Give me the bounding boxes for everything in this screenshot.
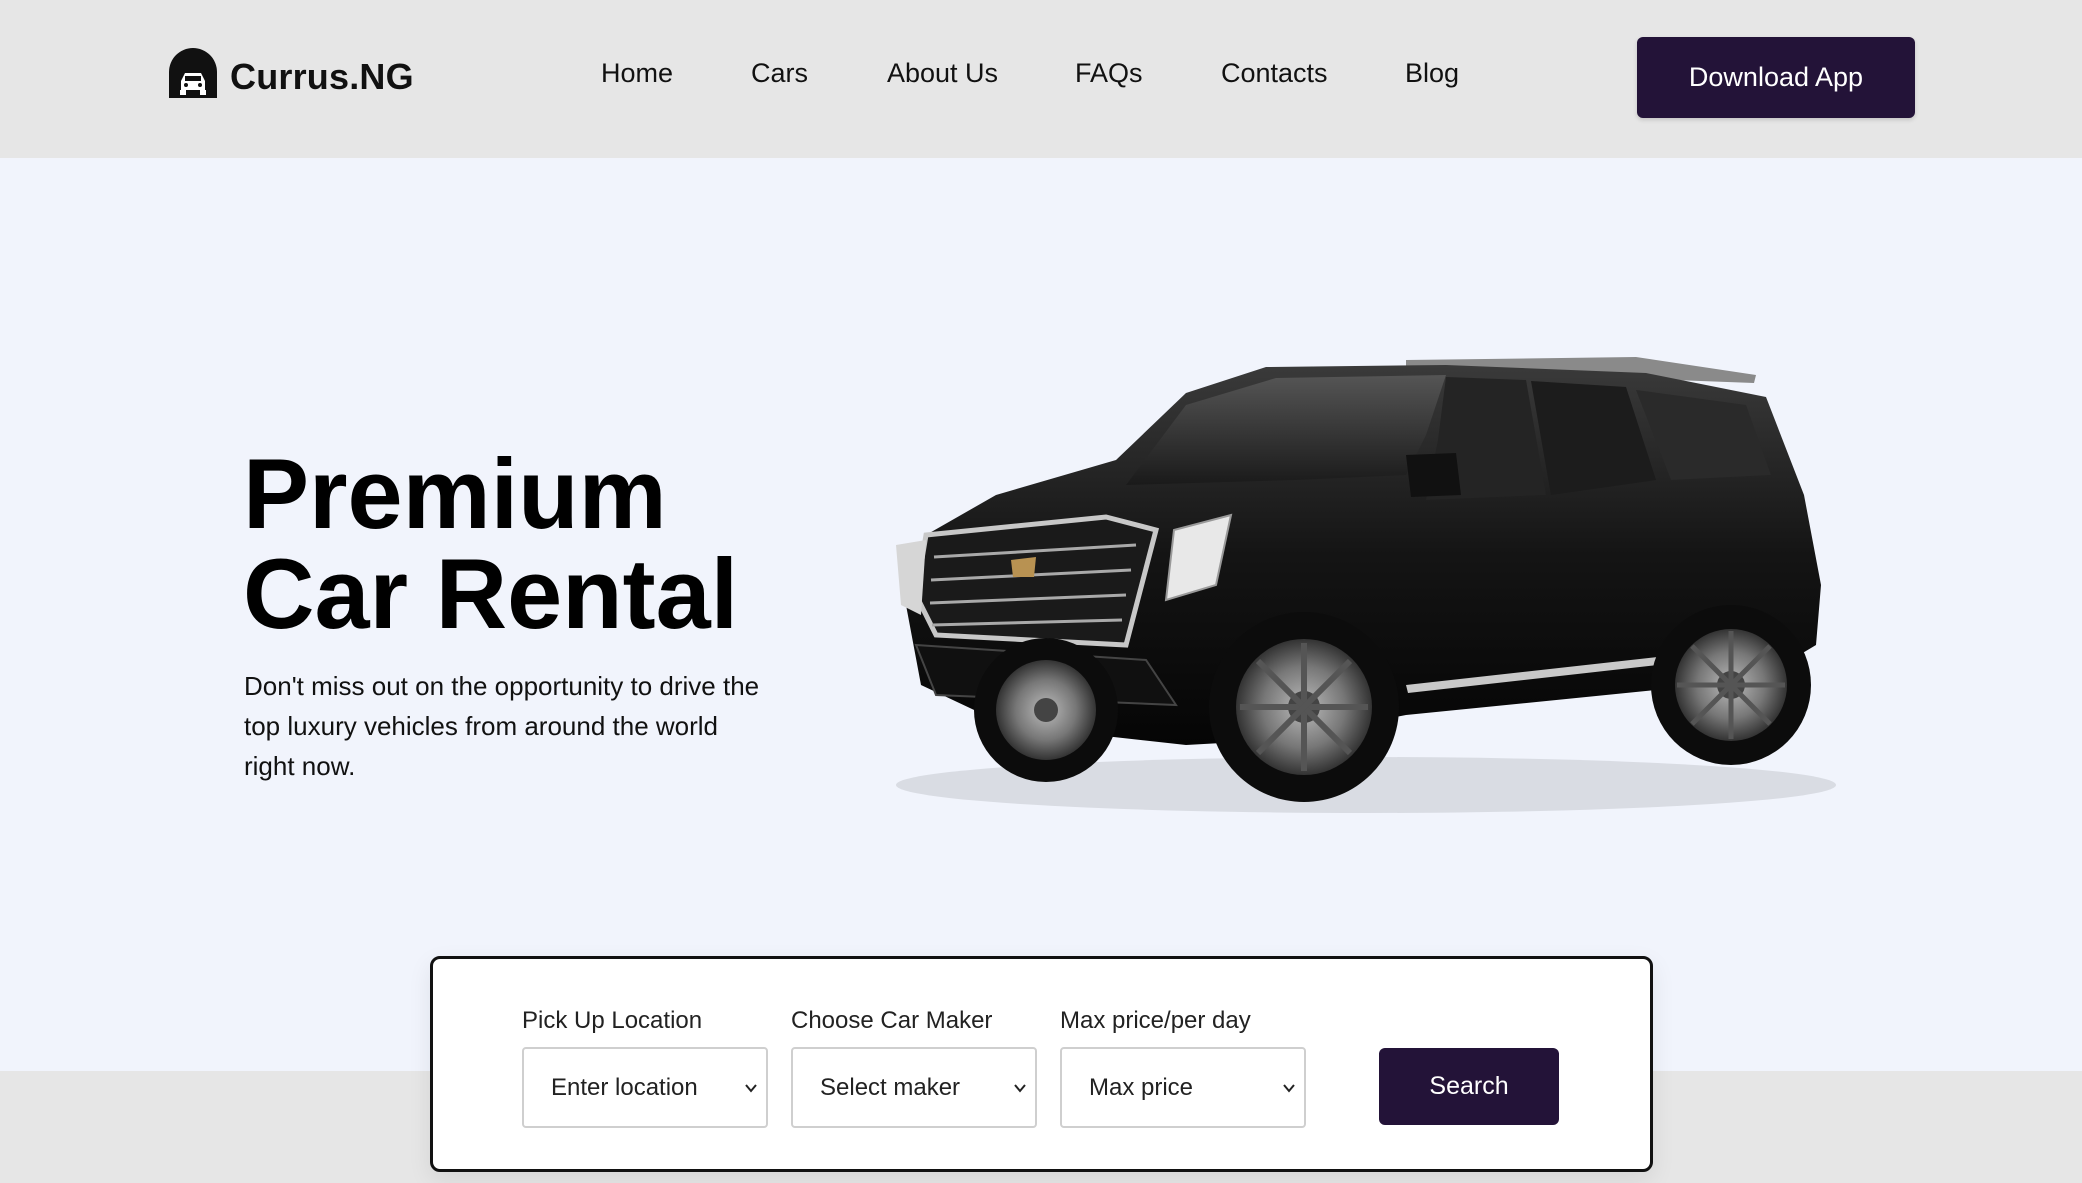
chevron-down-icon (745, 1084, 757, 1093)
black-suv-image (896, 357, 1836, 813)
pickup-location-select[interactable]: Enter location (522, 1047, 768, 1128)
hero-description: Don't miss out on the opportunity to dri… (244, 671, 760, 781)
chevron-down-icon (1283, 1084, 1295, 1093)
nav-about-us[interactable]: About Us (887, 58, 998, 89)
nav-contacts[interactable]: Contacts (1221, 58, 1328, 89)
site-header: Currus.NG Home Cars About Us FAQs Contac… (0, 0, 2082, 158)
hero-title: Premium Car Rental (243, 444, 738, 644)
nav-cars[interactable]: Cars (751, 58, 808, 89)
pickup-location-value: Enter location (551, 1073, 698, 1101)
download-app-button[interactable]: Download App (1637, 37, 1915, 118)
nav-home[interactable]: Home (601, 58, 673, 89)
hero-title-line2: Car Rental (243, 538, 739, 649)
max-price-value: Max price (1089, 1073, 1194, 1101)
car-maker-value: Select maker (820, 1073, 961, 1101)
max-price-label: Max price/per day (1060, 1007, 1251, 1034)
pickup-location-label: Pick Up Location (522, 1007, 703, 1034)
hero-title-line1: Premium (243, 438, 667, 549)
chevron-down-icon (1014, 1084, 1026, 1093)
search-button[interactable]: Search (1379, 1048, 1559, 1125)
car-maker-select[interactable]: Select maker (791, 1047, 1037, 1128)
nav-blog[interactable]: Blog (1405, 58, 1459, 89)
hero-section: Premium Car Rental Don't miss out on the… (0, 158, 2082, 1071)
max-price-select[interactable]: Max price (1060, 1047, 1306, 1128)
nav-faqs[interactable]: FAQs (1075, 58, 1143, 89)
search-panel: Pick Up Location Enter location Choose C… (430, 956, 1653, 1172)
car-maker-label: Choose Car Maker (791, 1007, 993, 1034)
